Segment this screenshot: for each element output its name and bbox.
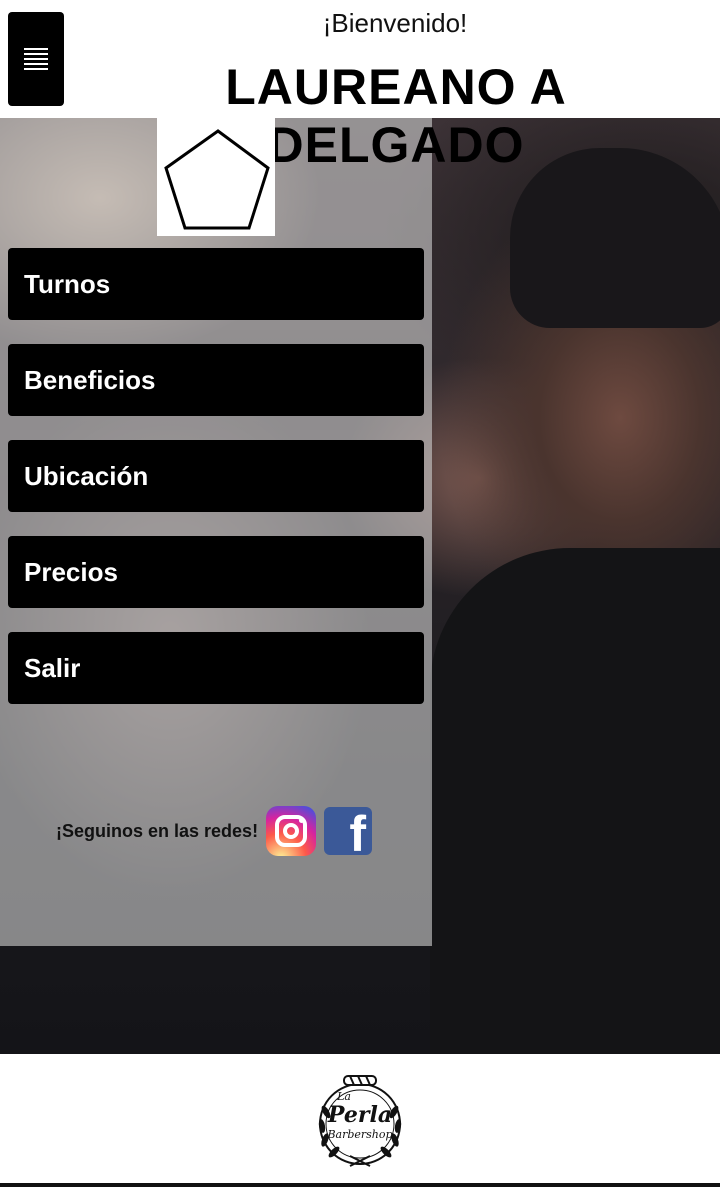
nav-ubicacion-button[interactable]: Ubicación — [8, 440, 424, 512]
social-links: ¡Seguinos en las redes! f — [56, 806, 373, 856]
top-header: ¡Bienvenido! LAUREANO A DELGADO — [0, 0, 720, 173]
nav-precios-button[interactable]: Precios — [8, 536, 424, 608]
nav-label: Ubicación — [24, 460, 149, 491]
instagram-icon[interactable] — [266, 806, 317, 856]
nav-label: Salir — [24, 652, 81, 683]
social-label: ¡Seguinos en las redes! — [56, 820, 259, 841]
photo-hair — [510, 148, 720, 328]
welcome-text: ¡Bienvenido! — [322, 8, 468, 38]
nav-turnos-button[interactable]: Turnos — [8, 248, 424, 320]
nav-beneficios-button[interactable]: Beneficios — [8, 344, 424, 416]
nav-label: Precios — [24, 556, 118, 587]
hamburger-icon — [24, 48, 48, 70]
profile-logo — [157, 118, 275, 236]
main-nav: Turnos Beneficios Ubicación Precios Sali… — [8, 248, 424, 728]
brand-name: Perla — [327, 1102, 393, 1128]
pentagon-icon — [164, 129, 270, 230]
nav-label: Turnos — [24, 268, 111, 299]
nav-label: Beneficios — [24, 364, 156, 395]
facebook-icon[interactable]: f — [324, 807, 373, 855]
nav-salir-button[interactable]: Salir — [8, 632, 424, 704]
brand-sub: Barbershop — [327, 1128, 393, 1141]
barbershop-logo: La Perla Barbershop — [310, 1072, 410, 1172]
footer-divider — [0, 1183, 720, 1187]
photo-shirt — [430, 548, 720, 1054]
footer: La Perla Barbershop — [0, 1054, 720, 1187]
